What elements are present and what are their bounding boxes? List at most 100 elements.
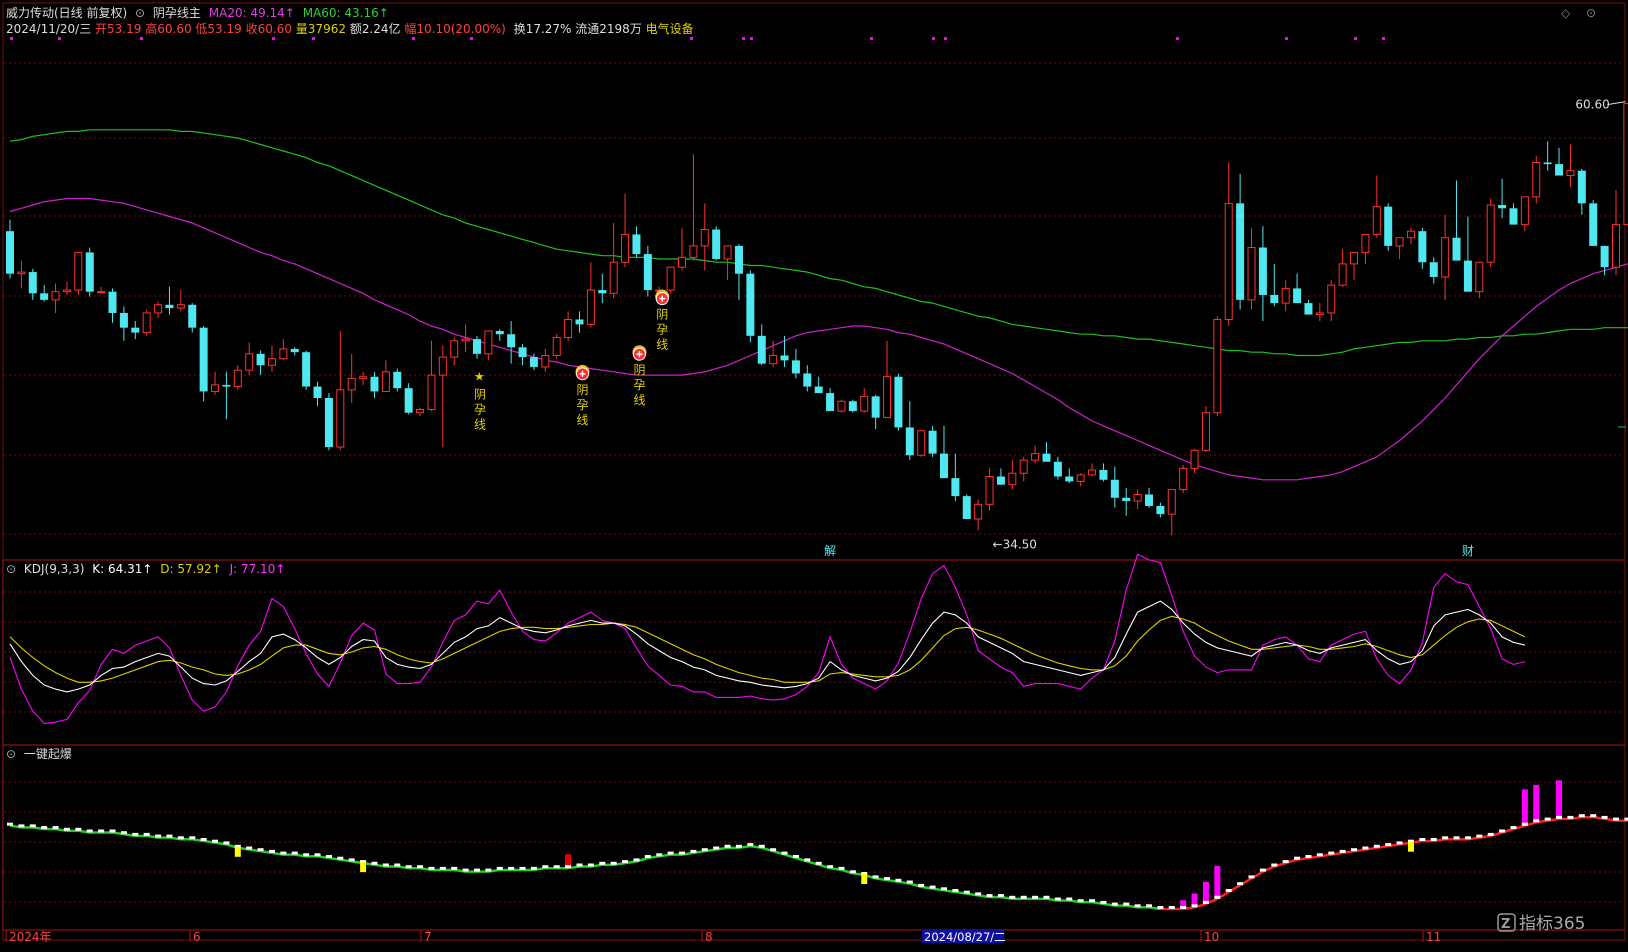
kdj-icon[interactable]: ⊙ xyxy=(6,562,16,576)
candle xyxy=(1224,162,1233,327)
burst-marker xyxy=(63,827,70,831)
burst-marker xyxy=(1442,836,1449,840)
candle xyxy=(734,244,743,300)
candle xyxy=(438,345,447,448)
burst-marker xyxy=(1396,841,1403,845)
candle xyxy=(267,345,276,372)
candle xyxy=(233,365,242,390)
candle xyxy=(632,226,641,258)
candle xyxy=(393,368,402,392)
candle-body xyxy=(404,388,413,413)
candle xyxy=(85,247,94,297)
candle-body xyxy=(974,503,983,520)
burst-marker xyxy=(553,865,560,869)
candle-body xyxy=(1008,472,1017,486)
candle xyxy=(1338,249,1347,287)
burst-marker xyxy=(1157,906,1164,909)
candle-body xyxy=(495,330,504,335)
candle xyxy=(1190,448,1199,474)
candle-body xyxy=(461,338,470,342)
candle xyxy=(871,394,880,430)
candle xyxy=(974,499,983,531)
settings-gear-icon[interactable]: ⊙ xyxy=(1586,6,1596,20)
candle-body xyxy=(233,369,242,388)
burst-marker xyxy=(1248,875,1255,879)
candle-body xyxy=(1088,469,1097,476)
yin-line-label: 线 xyxy=(474,418,486,432)
burst-icon[interactable]: ⊙ xyxy=(6,747,16,761)
burst-marker xyxy=(41,826,48,830)
burst-name[interactable]: 一键起爆 xyxy=(24,747,72,761)
burst-marker xyxy=(75,827,82,831)
candle xyxy=(575,311,584,333)
burst-marker xyxy=(473,868,480,872)
candle xyxy=(826,388,835,412)
candle xyxy=(51,283,60,313)
burst-marker xyxy=(1567,815,1574,819)
burst-marker xyxy=(747,843,754,847)
candle xyxy=(404,383,413,415)
candle xyxy=(643,245,652,297)
candle-body xyxy=(1463,260,1472,292)
candle xyxy=(450,337,459,366)
burst-marker xyxy=(690,849,697,853)
quote-open: 开53.19 xyxy=(95,22,142,36)
yin-line-label: 线 xyxy=(577,413,589,427)
candle-body xyxy=(689,245,698,258)
candle xyxy=(860,388,869,413)
signal-dot xyxy=(742,37,745,40)
candle xyxy=(1008,460,1017,490)
candle-body xyxy=(1486,204,1495,263)
expand-diamond-icon[interactable]: ◇ xyxy=(1561,6,1570,20)
burst-marker xyxy=(325,855,332,858)
candle-body xyxy=(780,355,789,361)
candle-body xyxy=(1600,245,1609,268)
candle-body xyxy=(256,353,265,366)
indicator-name[interactable]: 阴孕线主 xyxy=(153,6,201,20)
burst-marker xyxy=(417,865,424,869)
candle-body xyxy=(894,376,903,428)
burst-magenta-bar xyxy=(1556,780,1563,819)
candle xyxy=(1156,502,1165,518)
candle-body xyxy=(1258,247,1267,295)
candle xyxy=(1361,233,1370,264)
candle-body xyxy=(791,360,800,374)
candle xyxy=(1213,316,1222,416)
candle-body xyxy=(1532,161,1541,198)
candle xyxy=(188,303,197,333)
candle xyxy=(1566,144,1575,188)
burst-marker xyxy=(109,829,116,833)
signal-dot xyxy=(272,37,275,40)
stock-title[interactable]: 威力传动(日线 前复权) xyxy=(6,6,127,20)
candle-body xyxy=(1555,164,1564,176)
candle xyxy=(883,340,892,419)
burst-marker xyxy=(223,841,230,845)
indicator-icon[interactable]: ⊙ xyxy=(135,6,145,20)
burst-marker xyxy=(1202,900,1209,904)
burst-marker xyxy=(1464,836,1471,840)
candle xyxy=(347,353,356,403)
candle xyxy=(1486,198,1495,268)
candle xyxy=(1509,203,1518,225)
burst-marker xyxy=(895,878,902,882)
candle xyxy=(1042,442,1051,462)
candle xyxy=(1543,141,1552,171)
signal-dot xyxy=(312,37,315,40)
candle xyxy=(17,260,26,289)
candle xyxy=(1418,227,1427,269)
burst-marker xyxy=(1601,815,1608,819)
burst-magenta-bar xyxy=(1214,865,1221,899)
candle-body xyxy=(1520,196,1529,226)
candle xyxy=(894,373,903,431)
candle-body xyxy=(188,304,197,328)
candle-body xyxy=(1372,206,1381,235)
candle-body xyxy=(142,312,151,334)
burst-marker xyxy=(713,846,720,850)
burst-marker xyxy=(997,894,1004,898)
candle xyxy=(211,371,220,395)
burst-magenta-bar xyxy=(1202,881,1209,904)
kdj-name[interactable]: KDJ(9,3,3) xyxy=(24,562,85,576)
burst-marker xyxy=(1487,832,1494,836)
candle xyxy=(97,286,106,294)
candle-body xyxy=(586,289,595,325)
